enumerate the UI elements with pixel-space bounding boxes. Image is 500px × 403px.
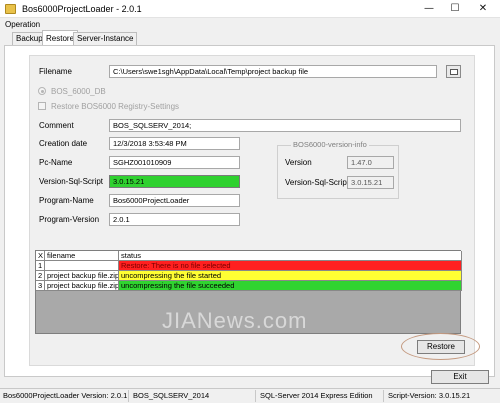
sql-script-label: Version-Sql-Script: [285, 178, 350, 187]
row-status: uncompressing the file started: [119, 271, 462, 281]
version-info-title: BOS6000-version-info: [291, 140, 369, 149]
creation-date-field[interactable]: 12/3/2018 3:53:48 PM: [109, 137, 240, 150]
filename-label: Filename: [39, 67, 72, 76]
version-label: Version: [285, 158, 312, 167]
version-sql-script-label: Version-Sql-Script: [39, 177, 104, 186]
version-sql-script-field[interactable]: 3.0.15.21: [109, 175, 240, 188]
watermark: JIANews.com: [162, 308, 308, 333]
status-sql-edition: SQL-Server 2014 Express Edition: [257, 390, 384, 402]
row-filename: project backup file.zip: [45, 271, 119, 281]
row-filename: [45, 261, 119, 271]
pc-name-label: Pc-Name: [39, 158, 73, 167]
minimize-button[interactable]: —: [416, 1, 442, 17]
table-row[interactable]: 2 project backup file.zip uncompressing …: [36, 271, 462, 281]
status-instance: BOS_SQLSERV_2014: [130, 390, 256, 402]
radio-bos6000-db[interactable]: [38, 87, 46, 95]
version-field: 1.47.0: [347, 156, 394, 169]
restore-registry-checkbox[interactable]: [38, 102, 46, 110]
tab-server-instance[interactable]: Server-Instance: [73, 32, 138, 45]
row-x: 1: [36, 261, 45, 271]
comment-label: Comment: [39, 121, 74, 130]
comment-field[interactable]: BOS_SQLSERV_2014;: [109, 119, 461, 132]
creation-date-label: Creation date: [39, 139, 88, 148]
menu-operation[interactable]: Operation: [5, 20, 40, 29]
restore-button[interactable]: Restore: [417, 340, 465, 354]
program-name-field[interactable]: Bos6000ProjectLoader: [109, 194, 240, 207]
header-filename: filename: [45, 251, 119, 261]
status-program-version: Bos6000ProjectLoader Version: 2.0.1: [0, 390, 129, 402]
browse-folder-icon: [450, 69, 458, 75]
sql-script-field: 3.0.15.21: [347, 176, 394, 189]
filename-field[interactable]: C:\Users\swe1sgh\AppData\Local\Temp\proj…: [109, 65, 437, 78]
program-name-label: Program-Name: [39, 196, 94, 205]
row-x: 2: [36, 271, 45, 281]
status-script-version: Script-Version: 3.0.15.21: [388, 391, 471, 400]
close-button[interactable]: ✕: [470, 1, 496, 17]
row-x: 3: [36, 281, 45, 291]
table-row[interactable]: 1 Restore: There is no file selected: [36, 261, 462, 271]
checkbox-label: Restore BOS6000 Registry-Settings: [51, 102, 180, 111]
row-status: Restore: There is no file selected: [119, 261, 462, 271]
maximize-button[interactable]: ☐: [442, 1, 468, 17]
row-status: uncompressing the file succeeded: [119, 281, 462, 291]
header-x: X: [36, 251, 45, 261]
header-status: status: [119, 251, 462, 261]
menu-bar: [0, 18, 500, 30]
exit-button[interactable]: Exit: [431, 370, 489, 384]
table-row[interactable]: 3 project backup file.zip uncompressing …: [36, 281, 462, 291]
folder-icon: [5, 4, 16, 14]
radio-label: BOS_6000_DB: [51, 87, 106, 96]
row-filename: project backup file.zip: [45, 281, 119, 291]
program-version-field[interactable]: 2.0.1: [109, 213, 240, 226]
window-title: Bos6000ProjectLoader - 2.0.1: [22, 4, 142, 14]
program-version-label: Program-Version: [39, 215, 100, 224]
table-header: X filename status: [36, 251, 462, 261]
browse-button[interactable]: [446, 65, 461, 78]
pc-name-field[interactable]: SGHZ001010909: [109, 156, 240, 169]
version-info-group: [277, 145, 399, 199]
